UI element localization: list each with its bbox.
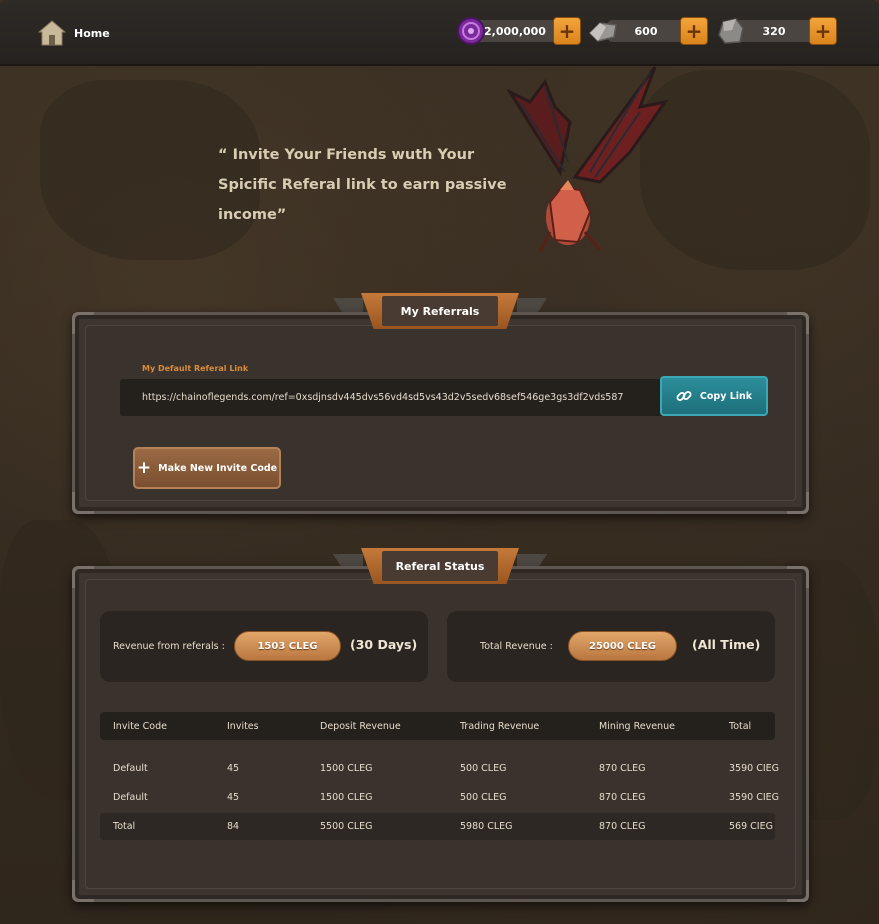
gem-count: 2,000,000 [475, 20, 555, 42]
table-cell: 870 CLEG [599, 821, 646, 832]
invite-quote: “ Invite Your Friends wuth Your Spicific… [218, 147, 507, 223]
revenue-period: (30 Days) [350, 637, 418, 652]
home-button[interactable]: Home [38, 20, 110, 46]
add-stone-button[interactable]: + [809, 17, 837, 45]
table-cell: Default [113, 792, 148, 803]
resource-gems: 2,000,000 + [457, 17, 582, 45]
copy-link-label: Copy Link [699, 390, 753, 402]
add-iron-button[interactable]: + [680, 17, 708, 45]
table-cell: 45 [227, 792, 240, 803]
table-cell: 5980 CLEG [460, 821, 513, 832]
add-gems-button[interactable]: + [553, 17, 581, 45]
table-total-row: Total 84 5500 CLEG 5980 CLEG 870 CLEG 56… [100, 813, 775, 840]
table-cell: 1500 CLEG [320, 792, 373, 803]
referrals-title: My Referrals [382, 296, 498, 326]
referral-link-value: https://chainoflegends.com/ref=0xsdjnsdv… [142, 392, 624, 403]
total-revenue-period: (All Time) [692, 637, 761, 652]
column-header: Deposit Revenue [320, 721, 401, 732]
iron-ingot-icon [588, 22, 617, 42]
table-row: Default 45 1500 CLEG 500 CLEG 870 CLEG 3… [100, 755, 779, 782]
total-revenue-badge: 25000 CLEG [568, 631, 677, 661]
column-header: Invites [227, 721, 259, 732]
column-header: Invite Code [113, 721, 167, 732]
revenue-label: Revenue from referals : [113, 641, 225, 652]
table-cell: 3590 CIEG [729, 763, 779, 774]
table-cell: 870 CLEG [599, 792, 646, 803]
iron-count: 600 [608, 20, 684, 42]
table-cell: 569 CIEG [729, 821, 773, 832]
referral-link-label: My Default Referal Link [142, 364, 249, 373]
column-header: Mining Revenue [599, 721, 675, 732]
column-header: Trading Revenue [460, 721, 540, 732]
make-invite-code-label: Make New Invite Code [158, 462, 278, 474]
stone-count: 320 [736, 20, 812, 42]
table-cell: 84 [227, 821, 240, 832]
top-bar: Home 2,000,000 + 600 + 320 + [0, 0, 879, 66]
total-revenue-label: Total Revenue : [480, 641, 553, 652]
make-invite-code-button[interactable]: + Make New Invite Code [133, 447, 281, 489]
background-rock [640, 70, 870, 270]
home-icon [38, 20, 66, 46]
plus-icon: + [136, 457, 152, 478]
resource-stone: 320 + [716, 17, 838, 45]
purple-gem-icon [457, 17, 485, 45]
table-cell: 500 CLEG [460, 763, 507, 774]
table-cell: Default [113, 763, 148, 774]
table-header: Invite Code Invites Deposit Revenue Trad… [100, 712, 775, 740]
table-cell: 45 [227, 763, 240, 774]
total-revenue-box: Total Revenue : 25000 CLEG (All Time) [447, 611, 775, 682]
table-cell: 1500 CLEG [320, 763, 373, 774]
table-cell: 5500 CLEG [320, 821, 373, 832]
status-title: Referal Status [382, 551, 498, 581]
table-cell: 3590 CIEG [729, 792, 779, 803]
referral-link-field[interactable]: https://chainoflegends.com/ref=0xsdjnsdv… [120, 379, 665, 416]
table-row: Default 45 1500 CLEG 500 CLEG 870 CLEG 3… [100, 784, 779, 811]
resource-iron: 600 + [588, 17, 708, 45]
revenue-value-badge: 1503 CLEG [234, 631, 341, 661]
table-cell: 870 CLEG [599, 763, 646, 774]
column-header: Total [729, 721, 752, 732]
dragon-illustration [505, 66, 669, 253]
table-cell: 500 CLEG [460, 792, 507, 803]
stone-ore-icon [718, 18, 744, 44]
copy-link-button[interactable]: Copy Link [660, 376, 768, 416]
revenue-30d-box: Revenue from referals : 1503 CLEG (30 Da… [100, 611, 428, 682]
link-icon [676, 391, 692, 401]
home-label: Home [74, 26, 110, 40]
table-cell: Total [113, 821, 136, 832]
